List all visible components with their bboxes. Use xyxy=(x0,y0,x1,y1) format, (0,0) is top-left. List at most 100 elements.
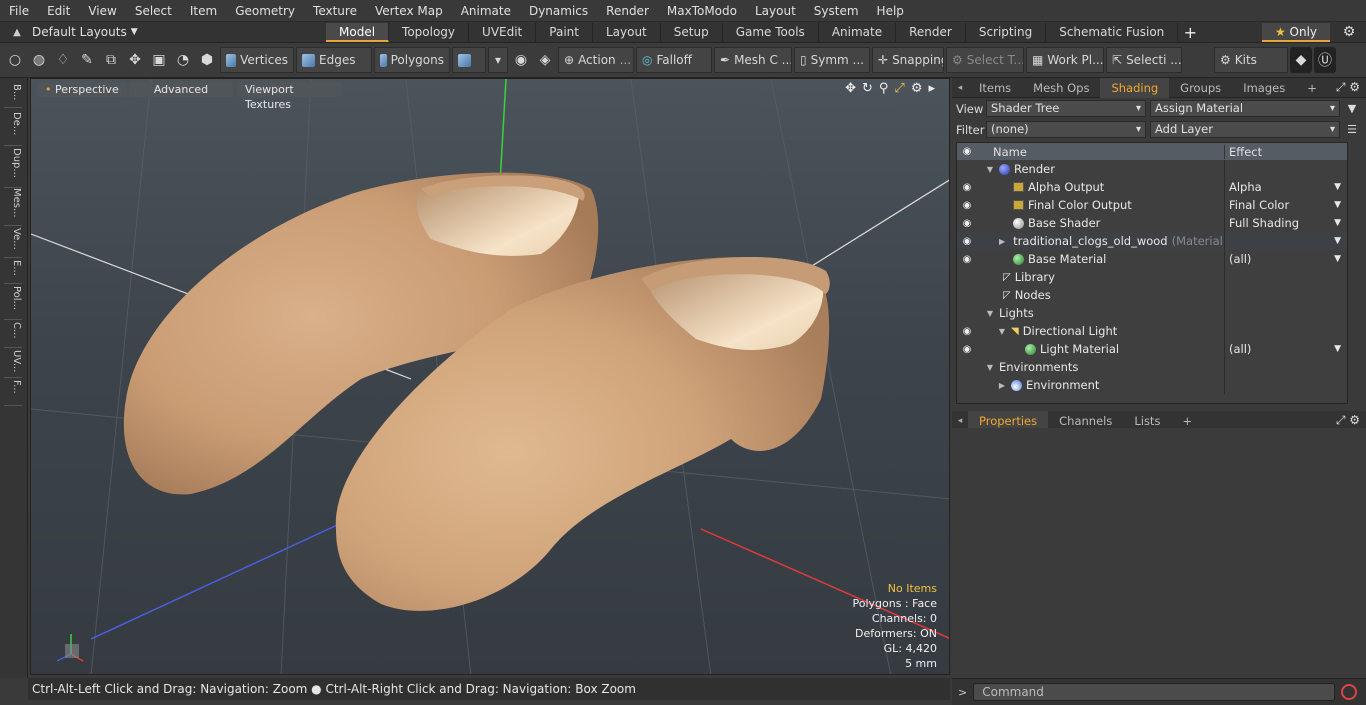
globe-icon[interactable]: ◍ xyxy=(28,47,50,73)
rotate-icon[interactable]: ↻ xyxy=(862,81,873,96)
pan-icon[interactable]: ✥ xyxy=(845,81,856,96)
only-toggle[interactable]: ★ Only xyxy=(1262,23,1330,42)
tree-row-library[interactable]: ◸ Library xyxy=(957,268,1347,286)
add-layer-dropdown[interactable]: Add Layer xyxy=(1150,121,1340,138)
tab-schematic-fusion[interactable]: Schematic Fusion xyxy=(1046,22,1179,42)
tree-row-base-shader[interactable]: ◉ Base Shader Full Shading ▼ xyxy=(957,214,1347,232)
symmetry-button[interactable]: ▯ Symm ... xyxy=(794,47,870,73)
tree-row-lights[interactable]: ▼ Lights xyxy=(957,304,1347,322)
mode-dropdown[interactable]: ▾ xyxy=(488,47,508,73)
effect-dropdown-icon[interactable]: ▼ xyxy=(1334,340,1341,358)
tab-model[interactable]: Model xyxy=(326,22,390,42)
menu-help[interactable]: Help xyxy=(868,0,913,22)
symmetry-sphere-icon[interactable]: ◉ xyxy=(510,47,532,73)
tab-render[interactable]: Render xyxy=(896,22,966,42)
tree-row-final-color-output[interactable]: ◉ Final Color Output Final Color ▼ xyxy=(957,196,1347,214)
eye-icon[interactable]: ◉ xyxy=(957,344,977,355)
effect-dropdown-icon[interactable]: ▼ xyxy=(1334,250,1341,268)
viewport-textures-button[interactable]: Viewport Textures xyxy=(237,82,341,111)
fit-icon[interactable]: ⤢ xyxy=(894,81,904,96)
expand-icon[interactable]: ▶ xyxy=(997,381,1007,390)
layout-up-icon[interactable]: ▲ xyxy=(6,27,28,38)
kits-button[interactable]: ⚙ Kits xyxy=(1214,47,1288,73)
gear-icon[interactable]: ⚙ xyxy=(1340,24,1358,42)
collapse-icon[interactable]: ▼ xyxy=(997,327,1007,336)
tree-row-light-material[interactable]: ◉ Light Material (all) ▼ xyxy=(957,340,1347,358)
material-mode-button[interactable] xyxy=(452,47,486,73)
falloff-button[interactable]: ◎ Falloff xyxy=(636,47,712,73)
assign-material-dropdown[interactable]: Assign Material xyxy=(1150,100,1340,117)
view-dropdown[interactable]: Shader Tree xyxy=(986,100,1146,117)
tab-setup[interactable]: Setup xyxy=(661,22,723,42)
menu-file[interactable]: File xyxy=(0,0,38,22)
add-tab-button[interactable]: + xyxy=(1178,23,1202,42)
tab-items[interactable]: Items xyxy=(968,78,1022,98)
panel-grip-icon[interactable]: ◂ xyxy=(952,83,968,93)
tab-topology[interactable]: Topology xyxy=(389,22,470,42)
item-mode-icon[interactable]: ⬢ xyxy=(196,47,218,73)
tree-row-environments[interactable]: ▼ Environments xyxy=(957,358,1347,376)
tab-uvedit[interactable]: UVEdit xyxy=(469,22,537,42)
frame-icon[interactable]: ▣ xyxy=(148,47,170,73)
tab-groups[interactable]: Groups xyxy=(1169,78,1232,98)
menu-item[interactable]: Item xyxy=(181,0,226,22)
collapse-icon[interactable]: ▼ xyxy=(985,363,995,372)
brush-icon[interactable]: ✎ xyxy=(76,47,98,73)
action-center-button[interactable]: ⊕ Action ... xyxy=(558,47,634,73)
tab-shading[interactable]: Shading xyxy=(1100,77,1170,98)
menu-texture[interactable]: Texture xyxy=(304,0,366,22)
add-panel-tab-button[interactable]: + xyxy=(1296,78,1328,98)
left-tab-basic[interactable]: B... xyxy=(4,84,22,108)
left-tab-uv[interactable]: UV... xyxy=(4,350,22,378)
stop-record-icon[interactable] xyxy=(1341,684,1358,700)
list-options-icon[interactable]: ☰ xyxy=(1344,123,1360,136)
panel-expand-icon[interactable]: ⤢ ⚙ xyxy=(1336,413,1360,428)
menu-view[interactable]: View xyxy=(79,0,125,22)
effect-dropdown-icon[interactable]: ▼ xyxy=(1334,196,1341,214)
circle-select-icon[interactable]: ○ xyxy=(4,47,26,73)
expand-icon[interactable]: ▶ xyxy=(999,237,1005,246)
vertices-button[interactable]: Vertices xyxy=(220,47,294,73)
pie-icon[interactable]: ◔ xyxy=(172,47,194,73)
command-input[interactable]: Command xyxy=(973,683,1336,701)
viewport-gear-icon[interactable]: ⚙ xyxy=(911,81,923,96)
tree-row-render[interactable]: ▼ Render xyxy=(957,160,1347,178)
tree-row-alpha-output[interactable]: ◉ Alpha Output Alpha ▼ xyxy=(957,178,1347,196)
expand-arrow-icon[interactable]: ▸ xyxy=(928,81,935,96)
tab-paint[interactable]: Paint xyxy=(536,22,593,42)
advanced-button[interactable]: Advanced xyxy=(129,82,233,97)
menu-layout[interactable]: Layout xyxy=(746,0,805,22)
tab-mesh-ops[interactable]: Mesh Ops xyxy=(1022,78,1100,98)
menu-maxtomodo[interactable]: MaxToModo xyxy=(658,0,746,22)
eye-icon[interactable]: ◉ xyxy=(957,218,977,229)
left-tab-curve[interactable]: C... xyxy=(4,322,22,348)
effect-dropdown-icon[interactable]: ▼ xyxy=(1334,178,1341,196)
mesh-constraint-button[interactable]: ✒ Mesh C ... xyxy=(714,47,792,73)
left-tab-vertex[interactable]: Ve... xyxy=(4,228,22,258)
tab-layout[interactable]: Layout xyxy=(593,22,661,42)
eye-icon[interactable]: ◉ xyxy=(957,236,977,247)
menu-render[interactable]: Render xyxy=(597,0,658,22)
menu-geometry[interactable]: Geometry xyxy=(226,0,304,22)
menu-edit[interactable]: Edit xyxy=(38,0,79,22)
tab-images[interactable]: Images xyxy=(1232,78,1296,98)
effect-dropdown-icon[interactable]: ▼ xyxy=(1334,232,1341,250)
tree-row-environment[interactable]: ▶ Environment xyxy=(957,376,1347,394)
lasso-icon[interactable]: ♢ xyxy=(52,47,74,73)
menu-animate[interactable]: Animate xyxy=(452,0,520,22)
col-name[interactable]: Name xyxy=(977,144,1225,159)
work-plane-button[interactable]: ▦ Work Pl... xyxy=(1026,47,1104,73)
snapping-button[interactable]: ✛ Snapping xyxy=(872,47,944,73)
effect-dropdown-icon[interactable]: ▼ xyxy=(1334,214,1341,232)
tree-row-base-material[interactable]: ◉ Base Material (all) ▼ xyxy=(957,250,1347,268)
edges-button[interactable]: Edges xyxy=(296,47,372,73)
perspective-button[interactable]: • Perspective xyxy=(37,82,127,97)
3d-viewport[interactable]: • Perspective Advanced Viewport Textures… xyxy=(30,78,950,675)
eye-icon[interactable]: ◉ xyxy=(957,326,977,337)
left-tab-duplicate[interactable]: Dup... xyxy=(4,148,22,188)
tree-row-clogs-material[interactable]: ◉ ▶ traditional_clogs_old_wood (Material) … xyxy=(957,232,1347,250)
tree-row-nodes[interactable]: ◸ Nodes xyxy=(957,286,1347,304)
filter-funnel-icon[interactable]: ▼ xyxy=(1344,102,1360,115)
left-tab-fusion[interactable]: F... xyxy=(4,380,22,406)
collapse-icon[interactable]: ▼ xyxy=(985,165,995,174)
